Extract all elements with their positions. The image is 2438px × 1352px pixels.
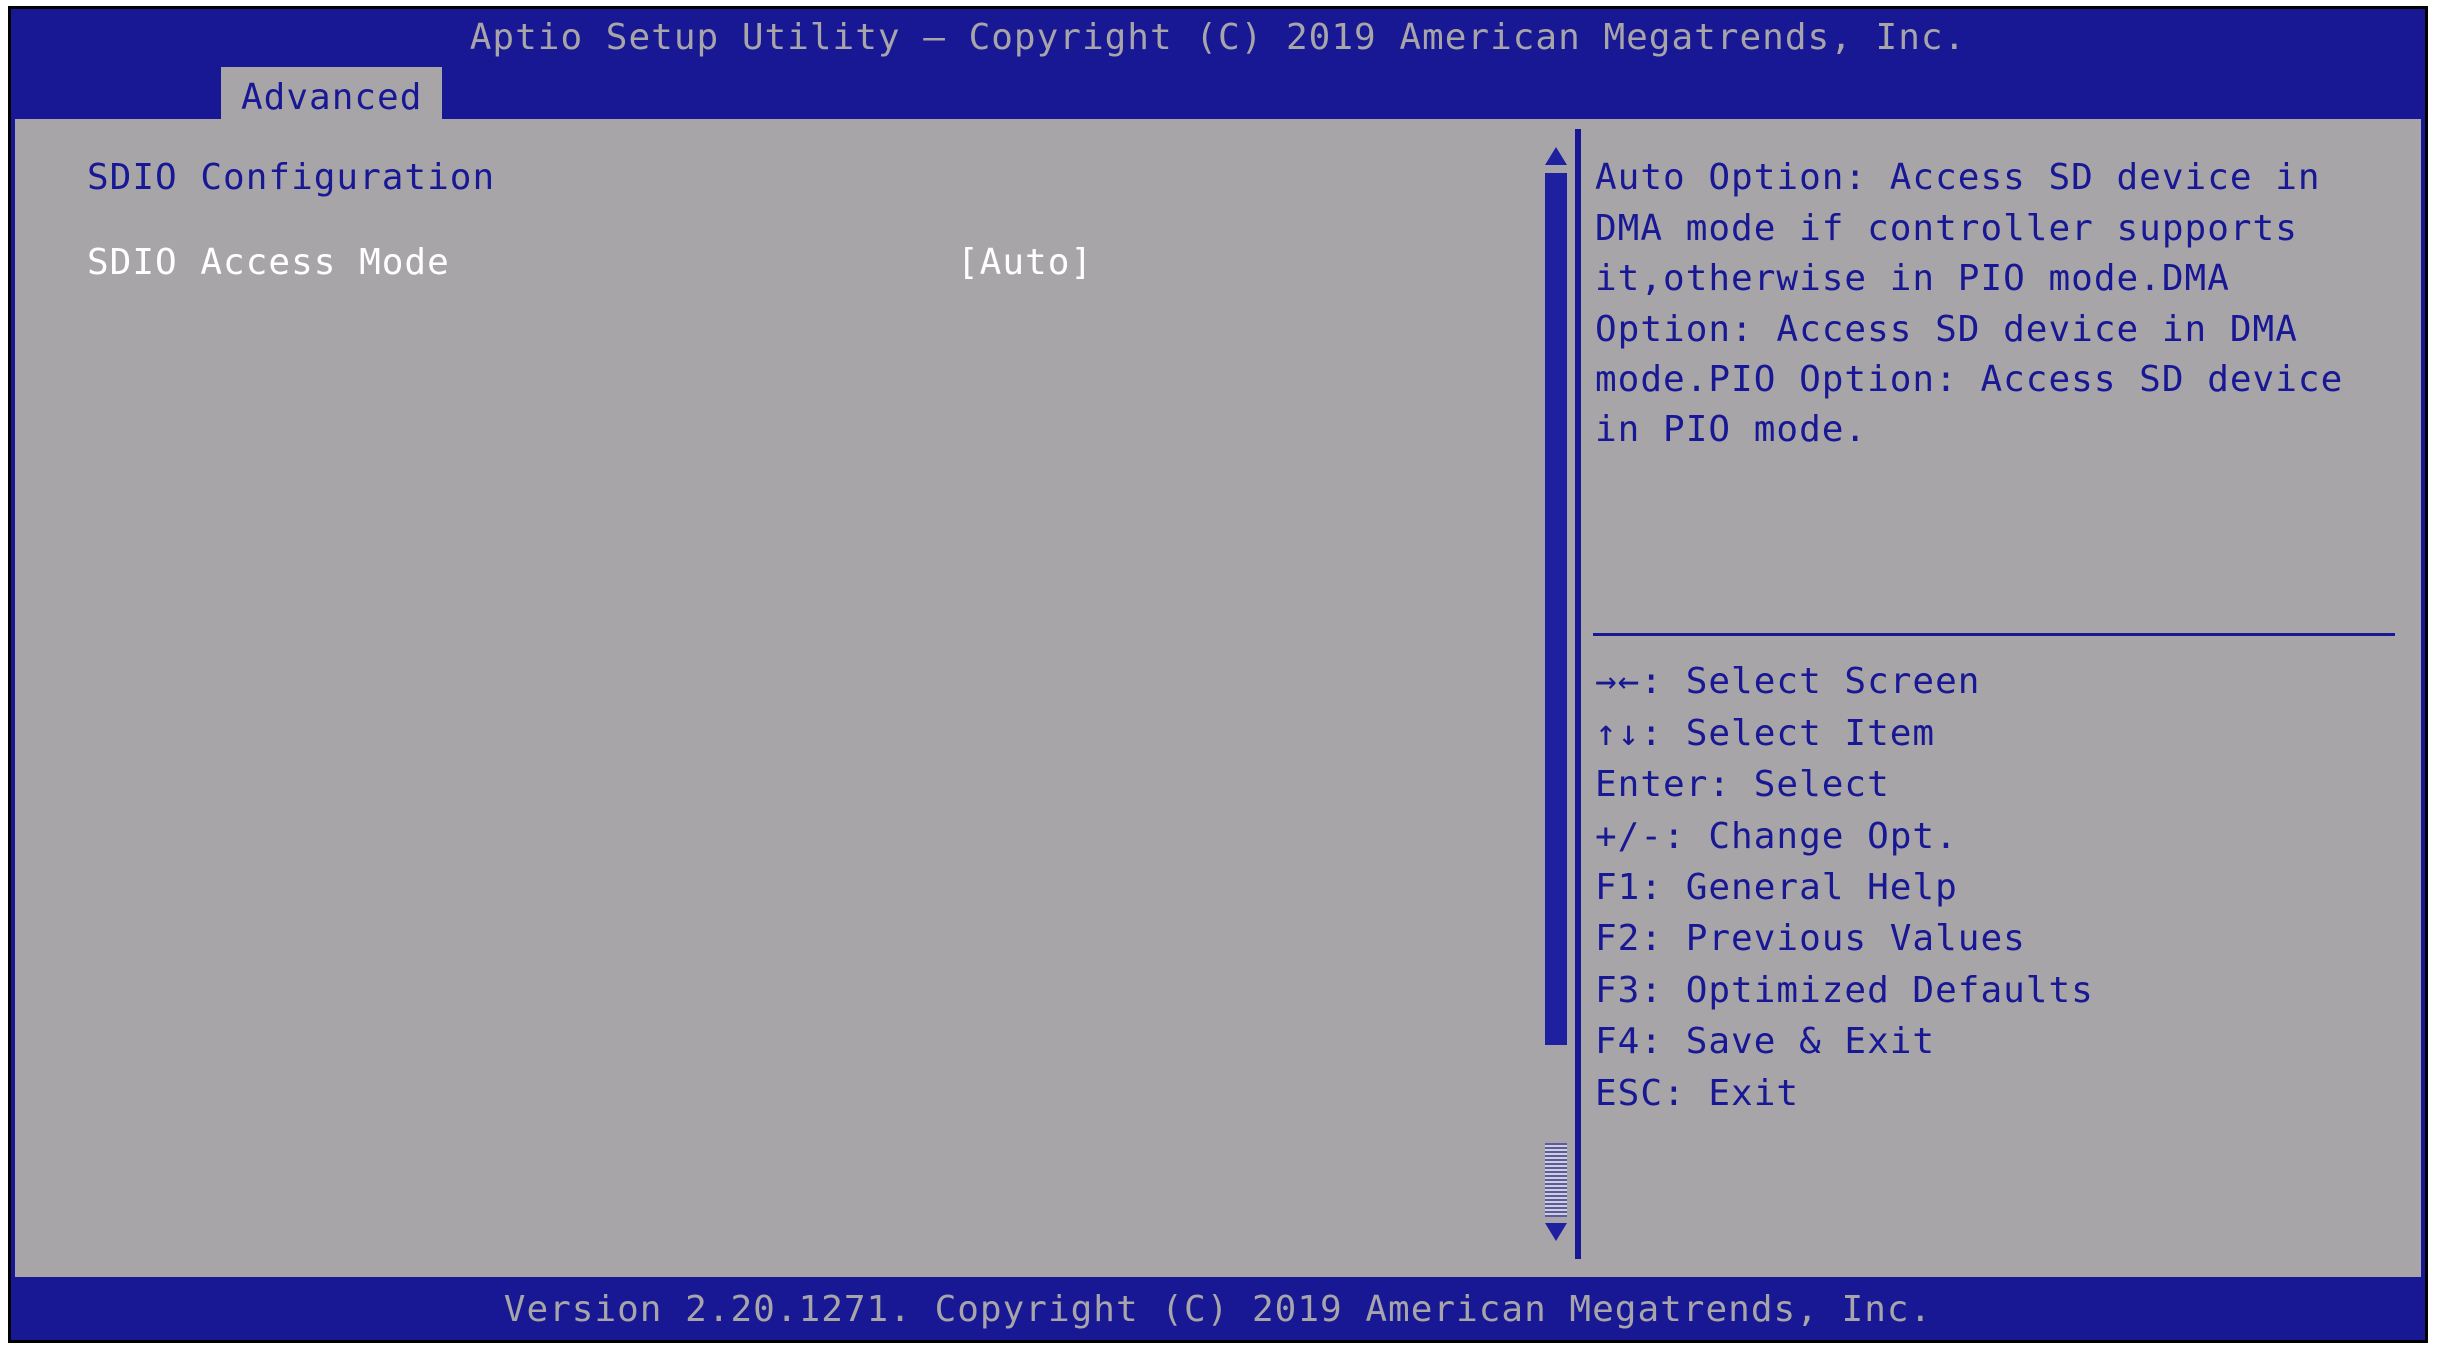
keymap: →←: Select Screen ↑↓: Select Item Enter:… [1595,656,2389,1120]
setting-label: SDIO Access Mode [87,238,957,288]
setting-sdio-access-mode[interactable]: SDIO Access Mode [Auto] [87,238,1575,288]
footer-bar: Version 2.20.1271. Copyright (C) 2019 Am… [11,1281,2425,1339]
tab-advanced[interactable]: Advanced [221,67,442,127]
section-title: SDIO Configuration [87,153,1575,203]
content-frame: SDIO Configuration SDIO Access Mode [Aut… [11,115,2425,1281]
help-pane: Auto Option: Access SD device in DMA mod… [1581,129,2409,1259]
key-help: F1: General Help [1595,863,2389,913]
scroll-handle[interactable] [1545,1143,1567,1217]
title-bar: Aptio Setup Utility – Copyright (C) 2019… [11,9,2425,65]
setting-value: [Auto] [957,238,1093,288]
tab-strip: Advanced [11,65,2425,115]
key-prev-values: F2: Previous Values [1595,914,2389,964]
key-change-opt: +/-: Change Opt. [1595,812,2389,862]
key-save-exit: F4: Save & Exit [1595,1017,2389,1067]
help-text: Auto Option: Access SD device in DMA mod… [1595,153,2389,633]
key-defaults: F3: Optimized Defaults [1595,966,2389,1016]
key-select-screen: →←: Select Screen [1595,657,2389,707]
scroll-up-icon[interactable] [1545,147,1567,165]
key-select-item: ↑↓: Select Item [1595,709,2389,759]
key-exit: ESC: Exit [1595,1069,2389,1119]
help-divider [1593,633,2395,636]
settings-pane: SDIO Configuration SDIO Access Mode [Aut… [27,129,1581,1259]
key-select: Enter: Select [1595,760,2389,810]
scroll-down-icon[interactable] [1545,1223,1567,1241]
bios-window: Aptio Setup Utility – Copyright (C) 2019… [8,6,2428,1343]
scroll-thumb[interactable] [1545,173,1567,1045]
scrollbar[interactable] [1543,147,1569,1241]
